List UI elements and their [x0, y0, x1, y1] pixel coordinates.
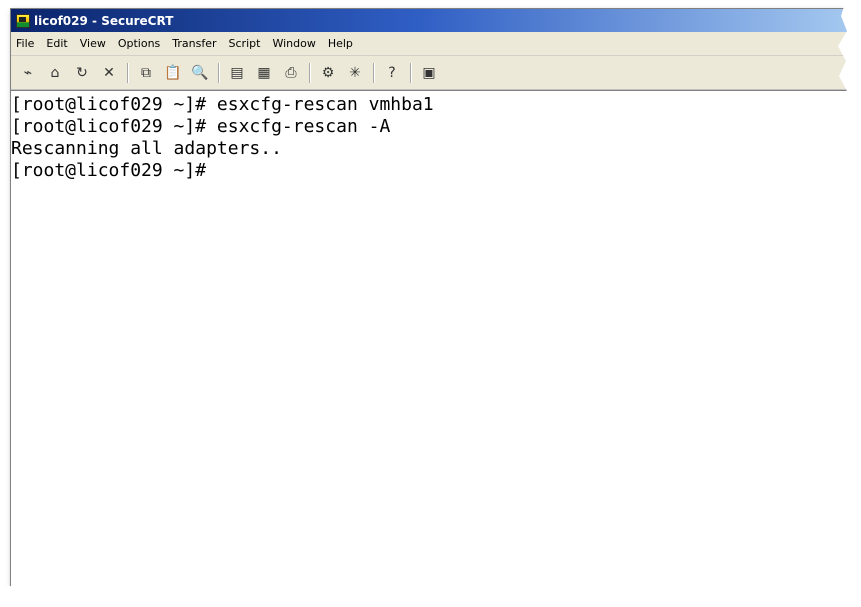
global-options-icon[interactable]: ▦: [253, 62, 275, 84]
menu-edit[interactable]: Edit: [45, 37, 68, 50]
terminal-line: Rescanning all adapters..: [11, 138, 282, 159]
terminal-output[interactable]: [root@licof029 ~]# esxcfg-rescan vmhba1 …: [11, 90, 856, 601]
toolbar: ⌁ ⌂ ↻ ✕ ⧉ 📋 🔍 ▤ ▦ ⎙ ⚙ ✳ ? ▣: [11, 56, 856, 90]
window-title: licof029 - SecureCRT: [34, 13, 174, 28]
toolbar-separator: [127, 62, 128, 83]
paste-icon[interactable]: 📋: [162, 62, 184, 84]
keymap-icon[interactable]: ▣: [418, 62, 440, 84]
window-titlebar[interactable]: licof029 - SecureCRT: [11, 9, 856, 32]
menu-file[interactable]: File: [15, 37, 35, 50]
copy-icon[interactable]: ⧉: [135, 62, 157, 84]
menu-bar: File Edit View Options Transfer Script W…: [11, 32, 856, 56]
help-icon[interactable]: ?: [381, 62, 403, 84]
menu-view[interactable]: View: [79, 37, 107, 50]
toolbar-separator: [410, 62, 411, 83]
menu-help[interactable]: Help: [327, 37, 354, 50]
connect-icon[interactable]: ⌁: [17, 62, 39, 84]
torn-paper-bottom-edge: [0, 580, 861, 607]
print-icon[interactable]: ⎙: [280, 62, 302, 84]
securecrt-app-icon: [16, 13, 30, 28]
menu-window[interactable]: Window: [271, 37, 316, 50]
properties-icon[interactable]: ⚙: [317, 62, 339, 84]
terminal-line: [root@licof029 ~]# esxcfg-rescan -A: [11, 116, 391, 137]
terminal-line: [root@licof029 ~]# esxcfg-rescan vmhba1: [11, 94, 434, 115]
menu-script[interactable]: Script: [228, 37, 262, 50]
toolbar-separator: [218, 62, 219, 83]
toolbar-separator: [373, 62, 374, 83]
securecrt-window: licof029 - SecureCRT File Edit View Opti…: [10, 8, 857, 602]
screenshot-canvas: licof029 - SecureCRT File Edit View Opti…: [0, 0, 861, 607]
disconnect-icon[interactable]: ✕: [98, 62, 120, 84]
torn-paper-right-edge: [838, 0, 861, 607]
map-keys-icon[interactable]: ✳: [344, 62, 366, 84]
toolbar-separator: [309, 62, 310, 83]
session-options-icon[interactable]: ▤: [226, 62, 248, 84]
terminal-line: [root@licof029 ~]#: [11, 160, 207, 181]
menu-options[interactable]: Options: [117, 37, 161, 50]
menu-transfer[interactable]: Transfer: [171, 37, 217, 50]
quick-connect-icon[interactable]: ⌂: [44, 62, 66, 84]
find-icon[interactable]: 🔍: [189, 62, 211, 84]
reconnect-icon[interactable]: ↻: [71, 62, 93, 84]
